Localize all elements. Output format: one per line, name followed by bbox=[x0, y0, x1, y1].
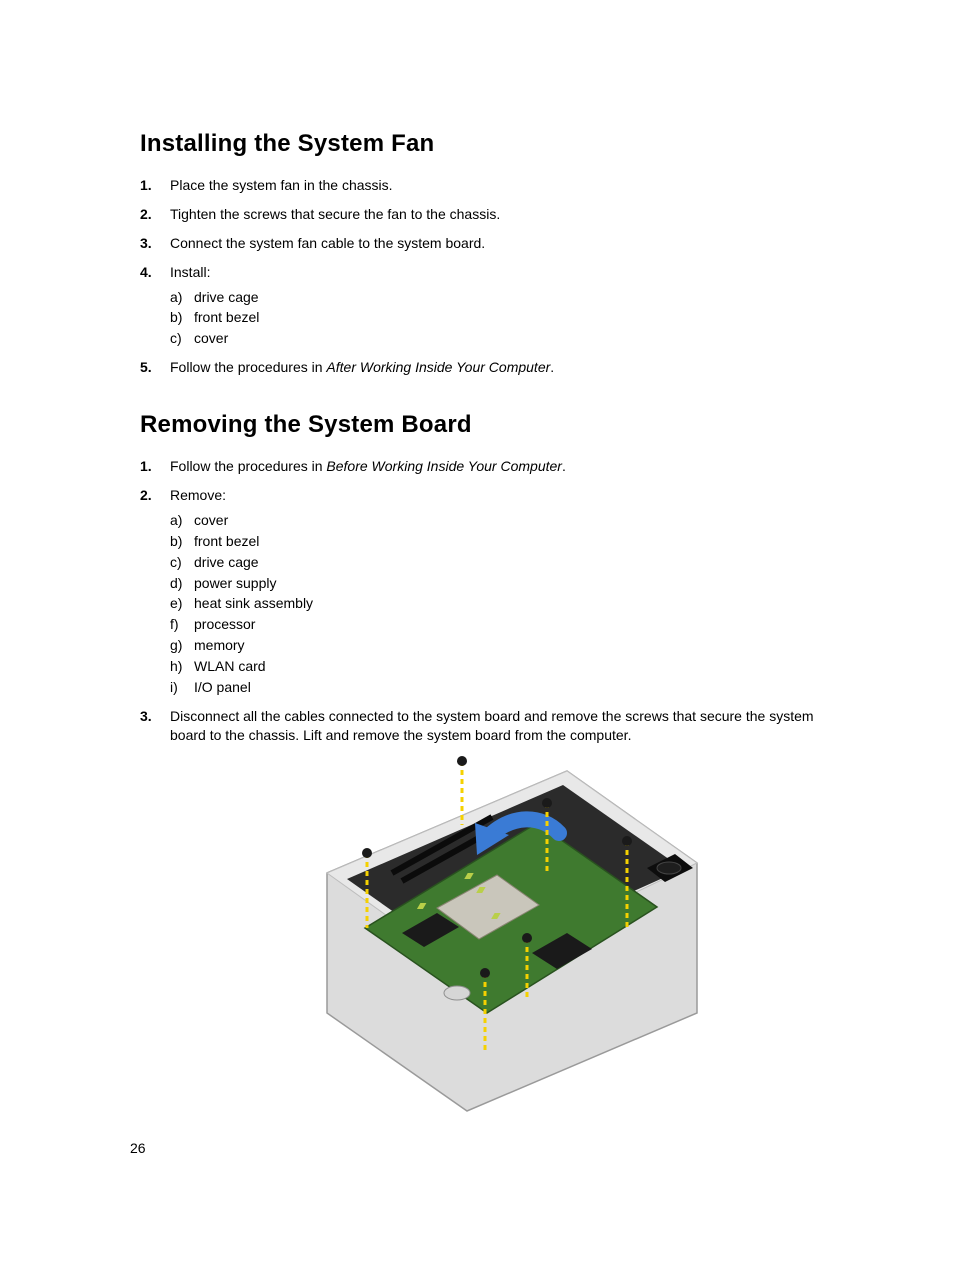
substep-item: cover bbox=[170, 329, 824, 348]
document-page: Installing the System Fan Place the syst… bbox=[0, 0, 954, 1268]
steps-list-install-fan: Place the system fan in the chassis. Tig… bbox=[140, 176, 824, 377]
substep-text: drive cage bbox=[194, 554, 259, 570]
substep-item: drive cage bbox=[170, 288, 824, 307]
substep-text: memory bbox=[194, 637, 245, 653]
step-text-pre: Follow the procedures in bbox=[170, 458, 326, 474]
section-heading-install-fan: Installing the System Fan bbox=[140, 130, 824, 158]
substep-text: WLAN card bbox=[194, 658, 266, 674]
substep-text: cover bbox=[194, 512, 228, 528]
substep-text: heat sink assembly bbox=[194, 595, 313, 611]
step-text-post: . bbox=[550, 359, 554, 375]
step-text: Remove: bbox=[170, 487, 226, 503]
step-item: Disconnect all the cables connected to t… bbox=[140, 707, 824, 1113]
substep-item: front bezel bbox=[170, 308, 824, 327]
step-item: Follow the procedures in After Working I… bbox=[140, 358, 824, 377]
substep-item: drive cage bbox=[170, 553, 824, 572]
step-text-post: . bbox=[562, 458, 566, 474]
substep-text: I/O panel bbox=[194, 679, 251, 695]
step-text: Place the system fan in the chassis. bbox=[170, 177, 393, 193]
substep-item: I/O panel bbox=[170, 678, 824, 697]
step-item: Remove: cover front bezel drive cage pow… bbox=[140, 486, 824, 697]
substep-text: drive cage bbox=[194, 289, 259, 305]
substep-item: power supply bbox=[170, 574, 824, 593]
step-item: Tighten the screws that secure the fan t… bbox=[140, 205, 824, 224]
substeps-list: drive cage front bezel cover bbox=[170, 288, 824, 349]
substep-item: memory bbox=[170, 636, 824, 655]
substep-item: cover bbox=[170, 511, 824, 530]
substep-item: front bezel bbox=[170, 532, 824, 551]
substep-item: WLAN card bbox=[170, 657, 824, 676]
step-item: Connect the system fan cable to the syst… bbox=[140, 234, 824, 253]
step-text: Tighten the screws that secure the fan t… bbox=[170, 206, 500, 222]
substeps-list: cover front bezel drive cage power suppl… bbox=[170, 511, 824, 697]
step-text-em: Before Working Inside Your Computer bbox=[326, 458, 562, 474]
steps-list-remove-board: Follow the procedures in Before Working … bbox=[140, 457, 824, 1113]
figure-container bbox=[170, 753, 824, 1113]
substep-item: processor bbox=[170, 615, 824, 634]
step-text: Install: bbox=[170, 264, 210, 280]
system-board-illustration bbox=[287, 753, 707, 1113]
step-item: Place the system fan in the chassis. bbox=[140, 176, 824, 195]
step-item: Install: drive cage front bezel cover bbox=[140, 263, 824, 349]
substep-text: processor bbox=[194, 616, 255, 632]
step-text: Disconnect all the cables connected to t… bbox=[170, 708, 814, 743]
substep-item: heat sink assembly bbox=[170, 594, 824, 613]
substep-text: front bezel bbox=[194, 533, 259, 549]
section-heading-remove-board: Removing the System Board bbox=[140, 411, 824, 439]
page-number: 26 bbox=[130, 1140, 146, 1156]
substep-text: cover bbox=[194, 330, 228, 346]
step-text: Connect the system fan cable to the syst… bbox=[170, 235, 485, 251]
step-text-em: After Working Inside Your Computer bbox=[326, 359, 550, 375]
substep-text: power supply bbox=[194, 575, 277, 591]
step-text-pre: Follow the procedures in bbox=[170, 359, 326, 375]
step-item: Follow the procedures in Before Working … bbox=[140, 457, 824, 476]
substep-text: front bezel bbox=[194, 309, 259, 325]
